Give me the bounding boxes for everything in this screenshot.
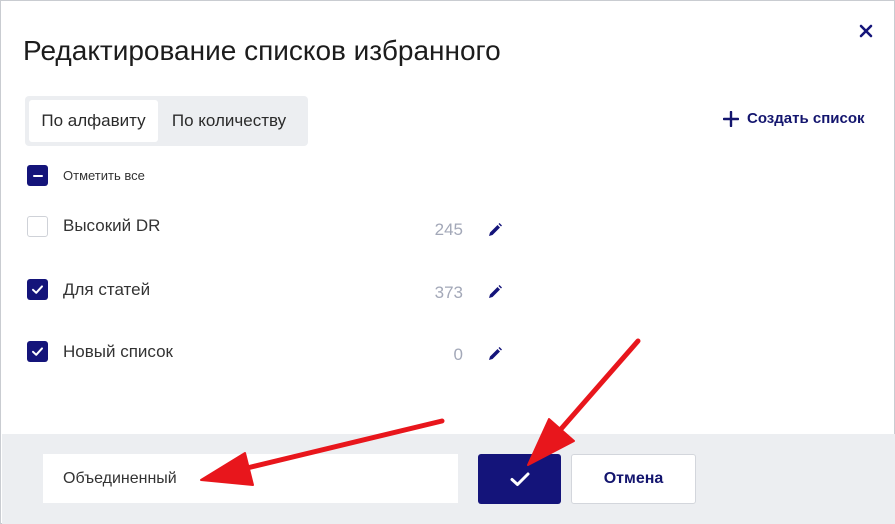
check-icon	[510, 472, 529, 486]
plus-icon	[723, 110, 739, 127]
check-icon	[32, 347, 43, 356]
close-icon[interactable]	[856, 21, 876, 41]
create-list-label: Создать список	[747, 110, 865, 127]
select-all-checkbox[interactable]	[27, 165, 48, 186]
tab-alphabetical[interactable]: По алфавиту	[29, 100, 158, 142]
sort-tabs: По алфавиту По количеству	[25, 96, 308, 146]
list-count: 245	[434, 220, 463, 239]
list-count: 373	[434, 283, 463, 302]
dialog-title: Редактирование списков избранного	[23, 35, 501, 66]
list-checkbox-for-articles[interactable]	[27, 279, 48, 300]
select-all-label: Отметить все	[63, 168, 145, 183]
tab-by-count[interactable]: По количеству	[158, 100, 300, 142]
edit-favorites-dialog: Редактирование списков избранного По алф…	[0, 0, 895, 524]
list-checkbox-high-dr[interactable]	[27, 216, 48, 237]
list-name: Для статей	[63, 280, 151, 299]
pencil-icon[interactable]	[487, 346, 503, 362]
pencil-icon[interactable]	[487, 284, 503, 300]
minus-icon	[32, 174, 43, 177]
list-name: Новый список	[63, 342, 173, 361]
create-list-button[interactable]: Создать список	[723, 110, 865, 127]
list-name: Высокий DR	[63, 216, 161, 235]
list-name-input[interactable]	[43, 454, 458, 503]
list-checkbox-new-list[interactable]	[27, 341, 48, 362]
list-count: 0	[453, 345, 463, 364]
check-icon	[32, 285, 43, 294]
confirm-button[interactable]	[478, 454, 561, 504]
cancel-button[interactable]: Отмена	[571, 454, 696, 504]
pencil-icon[interactable]	[487, 222, 503, 238]
